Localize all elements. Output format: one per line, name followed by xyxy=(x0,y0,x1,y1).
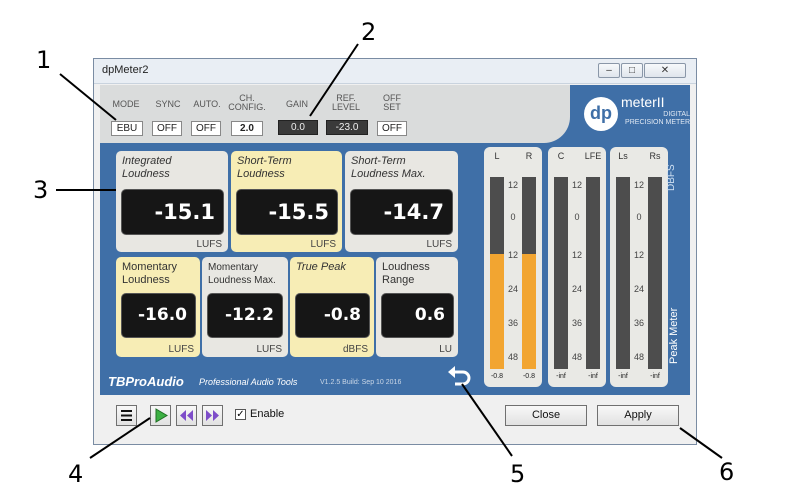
callout-number-3: 3 xyxy=(33,176,49,204)
callout-number-5: 5 xyxy=(510,460,526,488)
callout-line-2 xyxy=(309,43,359,117)
callout-lines xyxy=(56,43,723,459)
callout-number-6: 6 xyxy=(719,458,735,486)
callout-line-5 xyxy=(461,383,513,457)
callout-number-2: 2 xyxy=(361,18,377,46)
callout-number-1: 1 xyxy=(36,46,52,74)
callout-line-6 xyxy=(679,427,723,459)
callout-number-4: 4 xyxy=(68,460,84,488)
callout-line-4 xyxy=(89,417,151,459)
callout-line-1 xyxy=(59,73,117,121)
